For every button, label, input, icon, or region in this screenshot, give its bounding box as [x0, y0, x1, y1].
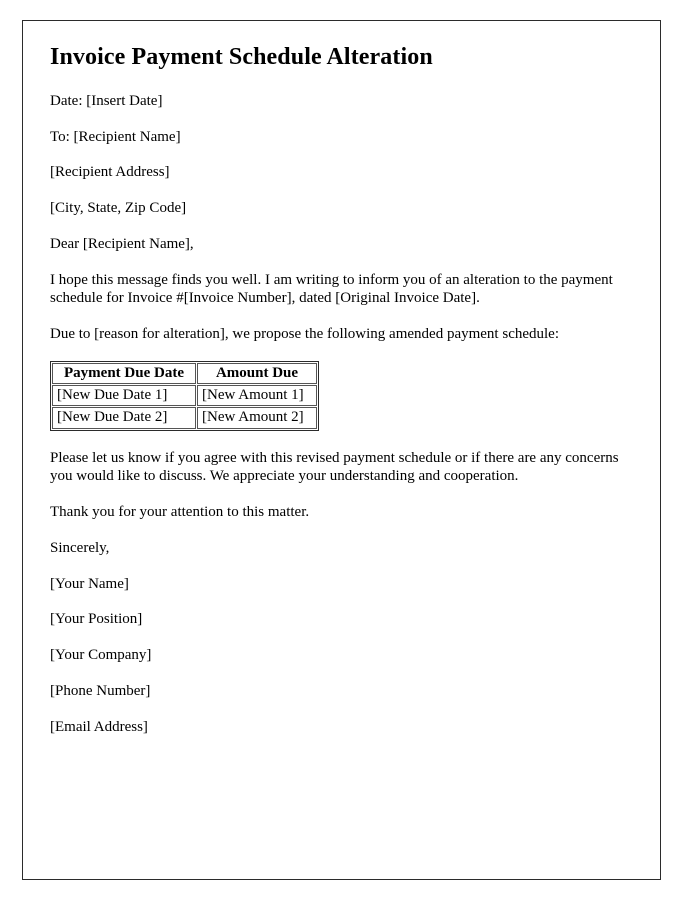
salutation-line: Dear [Recipient Name],: [50, 235, 194, 252]
intro-paragraph: I hope this message finds you well. I am…: [50, 271, 613, 307]
document-page-frame: Invoice Payment Schedule Alteration Date…: [22, 20, 661, 880]
cell-amount-2: [New Amount 2]: [197, 407, 317, 429]
date-line: Date: [Insert Date]: [50, 92, 163, 109]
table-header: Payment Due Date Amount Due: [52, 362, 317, 385]
recipient-name-line: To: [Recipient Name]: [50, 128, 181, 145]
phone-number-line: [Phone Number]: [50, 682, 151, 699]
table-row: [New Due Date 1] [New Amount 1]: [52, 385, 317, 407]
request-paragraph: Please let us know if you agree with thi…: [50, 449, 619, 485]
table-header-row: Payment Due Date Amount Due: [52, 362, 317, 385]
signoff-line: Sincerely,: [50, 539, 110, 556]
cell-due-date-1: [New Due Date 1]: [52, 385, 196, 407]
cell-amount-1: [New Amount 1]: [197, 385, 317, 407]
column-header-amount-due: Amount Due: [197, 362, 317, 385]
recipient-city-line: [City, State, Zip Code]: [50, 200, 187, 217]
your-position-line: [Your Position]: [50, 611, 143, 628]
payment-schedule-table: Payment Due Date Amount Due [New Due Dat…: [50, 360, 319, 431]
reason-paragraph: Due to [reason for alteration], we propo…: [50, 326, 559, 343]
cell-due-date-2: [New Due Date 2]: [52, 407, 196, 429]
your-name-line: [Your Name]: [50, 575, 129, 592]
column-header-payment-due-date: Payment Due Date: [52, 362, 196, 385]
email-address-line: [Email Address]: [50, 718, 148, 735]
thanks-paragraph: Thank you for your attention to this mat…: [50, 504, 310, 521]
recipient-address-line: [Recipient Address]: [50, 164, 170, 181]
letter-body: Invoice Payment Schedule Alteration Date…: [50, 43, 628, 753]
table-row: [New Due Date 2] [New Amount 2]: [52, 407, 317, 429]
table-body: [New Due Date 1] [New Amount 1] [New Due…: [52, 385, 317, 429]
your-company-line: [Your Company]: [50, 647, 152, 664]
page-title: Invoice Payment Schedule Alteration: [50, 44, 433, 70]
